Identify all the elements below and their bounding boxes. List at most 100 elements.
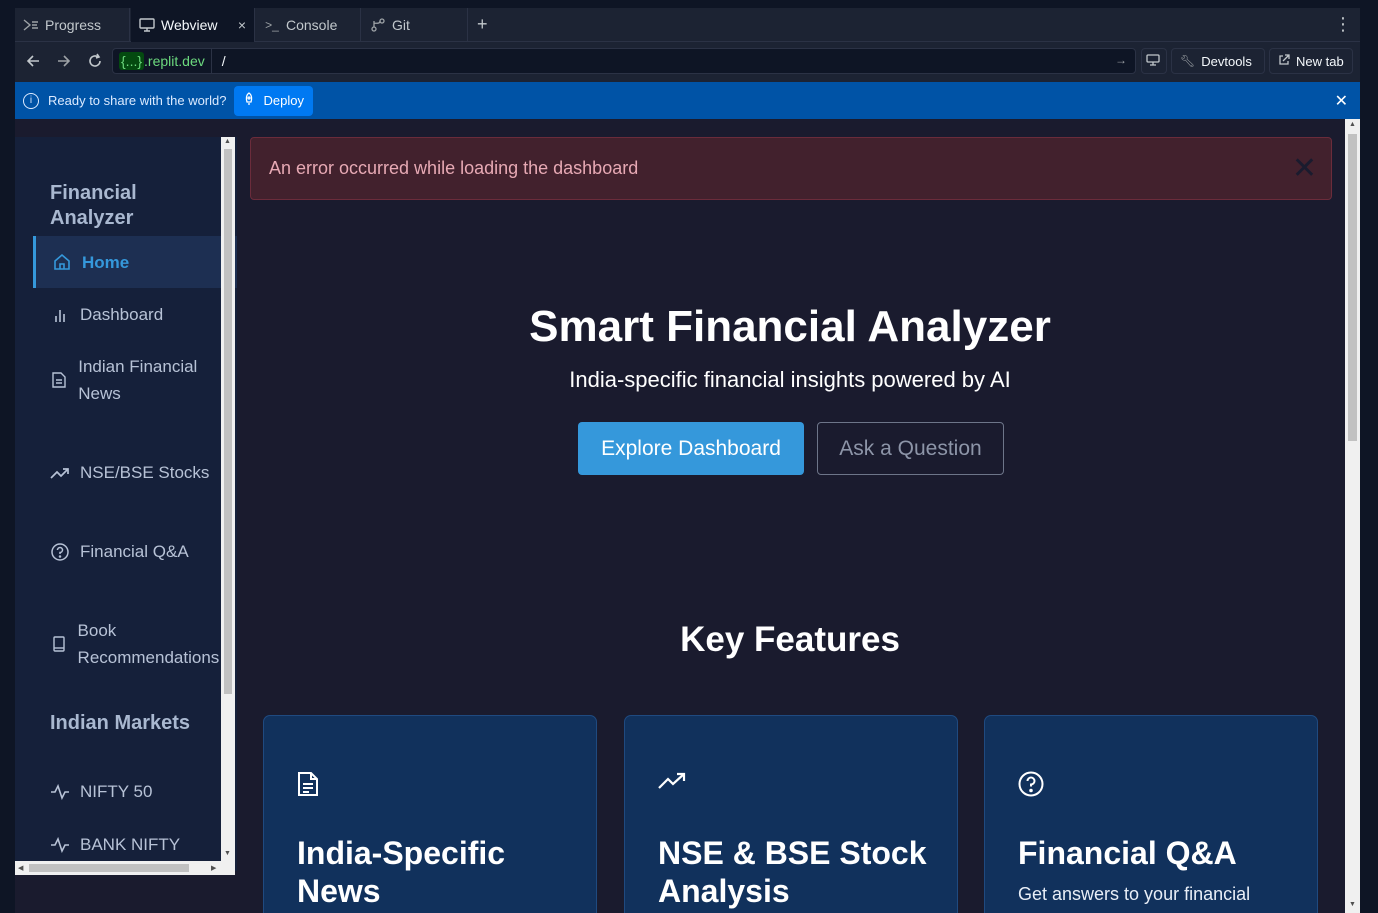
main-content: An error occurred while loading the dash… bbox=[237, 119, 1343, 913]
home-icon bbox=[52, 253, 72, 271]
monitor-icon bbox=[1146, 53, 1160, 69]
activity-icon bbox=[50, 836, 70, 853]
url-host-suffix: .replit.dev bbox=[144, 53, 205, 69]
close-icon[interactable]: × bbox=[238, 17, 246, 33]
sidebar-item-qa[interactable]: Financial Q&A bbox=[50, 538, 237, 565]
sidebar-item-label: NIFTY 50 bbox=[80, 782, 153, 801]
url-bar: {...} .replit.dev / → 🔧︎ Devtools New ta… bbox=[15, 43, 1360, 79]
tab-bar: Progress Webview × >_ Console Git + ⋮ bbox=[15, 8, 1360, 42]
bar-chart-icon bbox=[50, 307, 70, 323]
info-icon: i bbox=[23, 92, 39, 109]
feature-card-qa[interactable]: Financial Q&A Get answers to your financ… bbox=[984, 715, 1318, 913]
scrollbar-thumb[interactable] bbox=[1348, 134, 1357, 441]
sidebar-item-label: NSE/BSE Stocks bbox=[80, 463, 210, 482]
forward-icon[interactable] bbox=[54, 51, 74, 71]
sidebar-title: Financial Analyzer bbox=[50, 182, 137, 229]
sidebar-item-home[interactable]: Home bbox=[33, 236, 237, 288]
feature-card-text: Get answers to your financial bbox=[1018, 884, 1251, 904]
browser-frame: Progress Webview × >_ Console Git + ⋮ {.… bbox=[15, 8, 1360, 913]
explore-dashboard-button[interactable]: Explore Dashboard bbox=[578, 422, 804, 475]
tab-label: Webview bbox=[161, 17, 218, 33]
hero-title: Smart Financial Analyzer bbox=[529, 302, 1051, 351]
new-tab-label: New tab bbox=[1296, 53, 1344, 69]
tab-label: Git bbox=[392, 17, 410, 33]
devtools-button[interactable]: 🔧︎ Devtools bbox=[1171, 48, 1265, 74]
url-host: {...} .replit.dev bbox=[113, 49, 212, 73]
deploy-label: Deploy bbox=[263, 93, 304, 108]
sidebar-item-label: BANK NIFTY bbox=[80, 835, 181, 854]
close-icon[interactable]: ✕ bbox=[1335, 91, 1348, 111]
sidebar-item-label: Book Recommendations bbox=[77, 621, 220, 667]
webview-page: Financial Analyzer Home Dashboard Indian… bbox=[15, 119, 1360, 913]
scrollbar-thumb[interactable] bbox=[29, 864, 189, 872]
sidebar-item-stocks[interactable]: NSE/BSE Stocks bbox=[50, 459, 237, 486]
tab-label: Progress bbox=[45, 17, 102, 33]
scroll-down-icon[interactable]: ▼ bbox=[224, 850, 231, 857]
progress-icon bbox=[23, 17, 39, 33]
document-icon bbox=[50, 372, 68, 388]
feature-card-title: India-Specific News bbox=[297, 835, 506, 909]
error-message: An error occurred while loading the dash… bbox=[269, 158, 639, 178]
document-icon bbox=[297, 771, 319, 802]
sidebar-item-label: Financial Q&A bbox=[80, 542, 189, 561]
tab-progress[interactable]: Progress bbox=[15, 8, 130, 42]
sidebar-item-label: Home bbox=[82, 252, 130, 272]
feature-card-stocks[interactable]: NSE & BSE Stock Analysis bbox=[624, 715, 958, 913]
sidebar: Financial Analyzer Home Dashboard Indian… bbox=[15, 137, 237, 871]
markets-title: Indian Markets bbox=[50, 712, 191, 734]
close-icon[interactable]: ✕ bbox=[1292, 154, 1317, 184]
sidebar-item-news[interactable]: Indian Financial News bbox=[50, 353, 230, 407]
sidebar-item-label: Indian Financial News bbox=[78, 357, 198, 403]
tab-console[interactable]: >_ Console bbox=[256, 8, 361, 42]
tab-webview[interactable]: Webview × bbox=[131, 8, 255, 42]
sidebar-item-books[interactable]: Book Recommendations bbox=[50, 617, 237, 671]
feature-card-news[interactable]: India-Specific News bbox=[263, 715, 597, 913]
feature-card-title: Financial Q&A bbox=[1018, 835, 1237, 871]
trending-up-icon bbox=[50, 466, 70, 480]
scroll-up-icon[interactable]: ▲ bbox=[224, 138, 231, 145]
tab-label: Console bbox=[286, 17, 338, 33]
sidebar-vertical-scrollbar[interactable]: ▲ ▼ bbox=[221, 137, 235, 861]
help-circle-icon bbox=[1018, 771, 1044, 802]
scroll-up-icon[interactable]: ▲ bbox=[1349, 121, 1356, 128]
devtools-label: Devtools bbox=[1201, 53, 1252, 69]
ask-question-button[interactable]: Ask a Question bbox=[817, 422, 1004, 475]
device-button[interactable] bbox=[1141, 48, 1167, 74]
address-field[interactable]: {...} .replit.dev / → bbox=[112, 48, 1136, 74]
scroll-right-icon[interactable]: ▶ bbox=[211, 864, 216, 872]
deploy-banner: i Ready to share with the world? Deploy … bbox=[15, 82, 1360, 119]
wrench-icon: 🔧︎ bbox=[1180, 54, 1196, 68]
tab-git[interactable]: Git bbox=[362, 8, 468, 42]
sidebar-item-label: Dashboard bbox=[80, 305, 164, 324]
url-path: / bbox=[221, 53, 226, 69]
external-link-icon bbox=[1278, 53, 1290, 69]
scrollbar-thumb[interactable] bbox=[224, 149, 232, 694]
hero-subtitle: India-specific financial insights powere… bbox=[569, 367, 1011, 392]
monitor-icon bbox=[139, 17, 155, 33]
scroll-left-icon[interactable]: ◀ bbox=[18, 864, 23, 872]
sidebar-item-banknifty[interactable]: BANK NIFTY bbox=[50, 831, 237, 858]
scroll-down-icon[interactable]: ▼ bbox=[1349, 901, 1356, 908]
trending-up-icon bbox=[658, 771, 686, 796]
git-icon bbox=[370, 17, 386, 33]
features-heading: Key Features bbox=[680, 620, 900, 659]
url-host-prefix: {...} bbox=[119, 52, 145, 70]
new-tab-button[interactable]: New tab bbox=[1269, 48, 1353, 74]
go-icon[interactable]: → bbox=[1115, 53, 1127, 67]
help-circle-icon bbox=[50, 542, 70, 561]
deploy-button[interactable]: Deploy bbox=[234, 85, 313, 116]
page-vertical-scrollbar[interactable]: ▲ ▼ bbox=[1345, 119, 1360, 913]
sidebar-horizontal-scrollbar[interactable]: ◀ ▶ bbox=[15, 861, 235, 875]
error-alert: An error occurred while loading the dash… bbox=[250, 137, 1332, 200]
back-icon[interactable] bbox=[23, 51, 43, 71]
reload-icon[interactable] bbox=[85, 51, 105, 71]
sidebar-item-dashboard[interactable]: Dashboard bbox=[50, 301, 237, 328]
terminal-icon: >_ bbox=[265, 18, 279, 32]
sidebar-item-nifty50[interactable]: NIFTY 50 bbox=[50, 778, 237, 805]
book-icon bbox=[50, 636, 68, 652]
rocket-icon bbox=[243, 92, 255, 109]
more-icon[interactable]: ⋮ bbox=[1334, 14, 1352, 35]
add-tab-icon[interactable]: + bbox=[477, 14, 488, 35]
banner-message: Ready to share with the world? bbox=[48, 93, 227, 108]
activity-icon bbox=[50, 783, 70, 800]
